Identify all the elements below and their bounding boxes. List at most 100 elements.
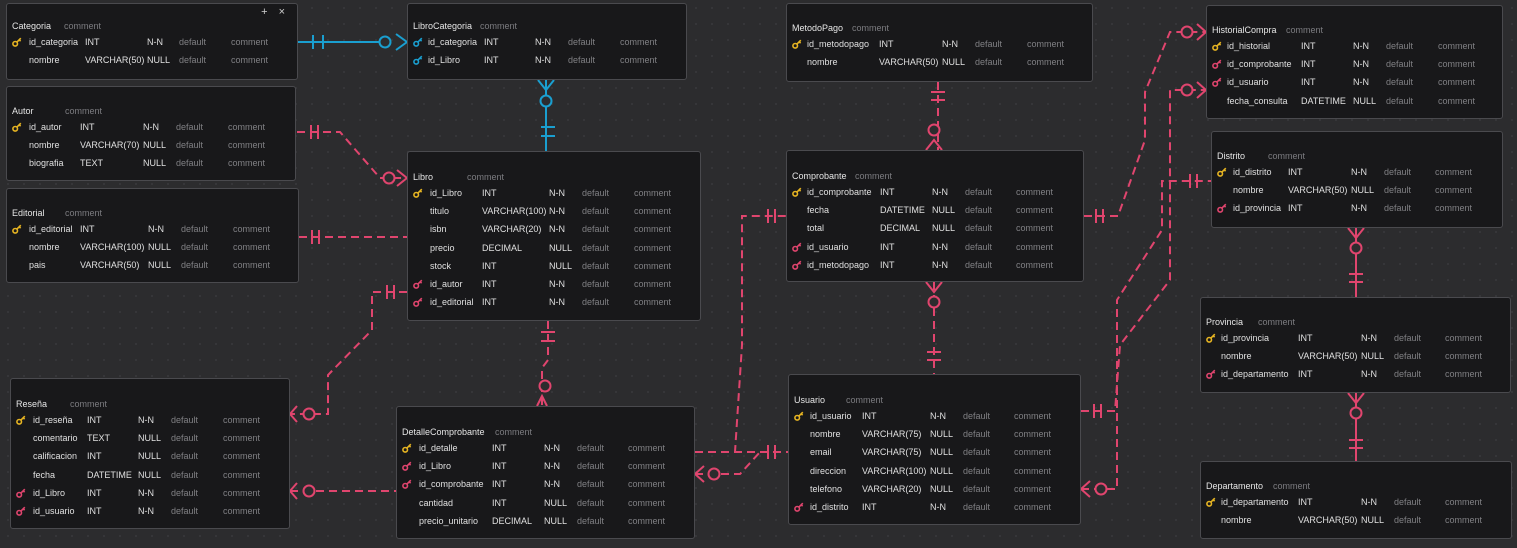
field-name[interactable]: id_historial <box>1227 41 1270 51</box>
field-nullability[interactable]: NULL <box>1361 351 1384 361</box>
field-comment[interactable]: comment <box>1027 57 1064 67</box>
field-comment[interactable]: comment <box>1445 369 1482 379</box>
field-nullability[interactable]: N-N <box>942 39 958 49</box>
field-nullability[interactable]: NULL <box>942 57 965 67</box>
field-default[interactable]: default <box>171 433 198 443</box>
field-default[interactable]: default <box>582 188 609 198</box>
field-nullability[interactable]: N-N <box>549 279 565 289</box>
field-row[interactable]: id_reseña INT N-N default comment <box>11 412 289 430</box>
field-name[interactable]: id_Libro <box>33 488 65 498</box>
field-row[interactable]: email VARCHAR(75) NULL default comment <box>789 444 1080 462</box>
field-name[interactable]: nombre <box>1221 351 1252 361</box>
table-header[interactable]: Libro comment <box>408 152 700 185</box>
field-type[interactable]: TEXT <box>87 433 110 443</box>
field-type[interactable]: INT <box>1301 41 1316 51</box>
table-comment[interactable]: comment <box>1286 25 1323 35</box>
field-row[interactable]: precio_unitario DECIMAL NULL default comment <box>397 513 694 531</box>
field-type[interactable]: INT <box>1298 333 1313 343</box>
field-default[interactable]: default <box>1394 497 1421 507</box>
field-default[interactable]: default <box>577 461 604 471</box>
field-nullability[interactable]: N-N <box>549 188 565 198</box>
field-default[interactable]: default <box>963 429 990 439</box>
field-type[interactable]: INT <box>492 461 507 471</box>
table-header[interactable]: Provincia comment <box>1201 298 1510 330</box>
field-name[interactable]: calificacion <box>33 451 77 461</box>
field-nullability[interactable]: N-N <box>930 502 946 512</box>
field-default[interactable]: default <box>963 502 990 512</box>
field-nullability[interactable]: N-N <box>143 122 159 132</box>
field-name[interactable]: id_usuario <box>1227 77 1269 87</box>
field-type[interactable]: INT <box>85 37 100 47</box>
field-default[interactable]: default <box>582 279 609 289</box>
field-comment[interactable]: comment <box>634 243 671 253</box>
field-comment[interactable]: comment <box>634 188 671 198</box>
field-name[interactable]: nombre <box>29 140 60 150</box>
field-default[interactable]: default <box>582 224 609 234</box>
field-comment[interactable]: comment <box>223 433 260 443</box>
field-row[interactable]: nombre VARCHAR(100) NULL default comment <box>7 239 298 257</box>
field-comment[interactable]: comment <box>1027 39 1064 49</box>
field-default[interactable]: default <box>171 451 198 461</box>
table-header[interactable]: HistorialCompra comment <box>1207 6 1502 38</box>
field-comment[interactable]: comment <box>1445 351 1482 361</box>
field-comment[interactable]: comment <box>634 279 671 289</box>
field-row[interactable]: id_categoria INT N-N default comment <box>7 34 297 52</box>
field-type[interactable]: INT <box>484 37 499 47</box>
field-comment[interactable]: comment <box>1445 497 1482 507</box>
field-name[interactable]: comentario <box>33 433 78 443</box>
field-comment[interactable]: comment <box>228 158 265 168</box>
field-name[interactable]: id_comprobante <box>1227 59 1292 69</box>
table-comment[interactable]: comment <box>846 395 883 405</box>
field-comment[interactable]: comment <box>1438 77 1475 87</box>
field-type[interactable]: VARCHAR(100) <box>482 206 546 216</box>
field-default[interactable]: default <box>171 506 198 516</box>
field-default[interactable]: default <box>965 242 992 252</box>
field-type[interactable]: VARCHAR(50) <box>85 55 144 65</box>
field-type[interactable]: VARCHAR(50) <box>1298 515 1357 525</box>
field-row[interactable]: nombre VARCHAR(70) NULL default comment <box>7 137 295 155</box>
field-default[interactable]: default <box>171 415 198 425</box>
field-type[interactable]: INT <box>880 187 895 197</box>
field-default[interactable]: default <box>1386 77 1413 87</box>
field-name[interactable]: titulo <box>430 206 449 216</box>
field-nullability[interactable]: N-N <box>147 37 163 47</box>
field-type[interactable]: VARCHAR(50) <box>879 57 938 67</box>
field-nullability[interactable]: N-N <box>932 242 948 252</box>
field-type[interactable]: INT <box>862 502 877 512</box>
field-type[interactable]: INT <box>87 488 102 498</box>
field-row[interactable]: id_Libro INT N-N default comment <box>408 185 700 203</box>
table-autor[interactable]: Autor comment id_autor INT N-N default comment… <box>6 86 296 181</box>
field-row[interactable]: fecha DATETIME NULL default comment <box>11 467 289 485</box>
field-default[interactable]: default <box>176 140 203 150</box>
field-type[interactable]: INT <box>87 506 102 516</box>
field-comment[interactable]: comment <box>228 122 265 132</box>
field-nullability[interactable]: NULL <box>930 447 953 457</box>
table-comment[interactable]: comment <box>1273 481 1310 491</box>
field-row[interactable]: precio DECIMAL NULL default comment <box>408 240 700 258</box>
table-resena[interactable]: Reseña comment id_reseña INT N-N default comme… <box>10 378 290 529</box>
field-nullability[interactable]: NULL <box>544 498 567 508</box>
field-default[interactable]: default <box>176 158 203 168</box>
field-row[interactable]: nombre VARCHAR(75) NULL default comment <box>789 426 1080 444</box>
field-type[interactable]: INT <box>492 479 507 489</box>
table-comment[interactable]: comment <box>65 106 102 116</box>
field-row[interactable]: cantidad INT NULL default comment <box>397 495 694 513</box>
field-nullability[interactable]: N-N <box>544 461 560 471</box>
field-row[interactable]: id_metodopago INT N-N default comment <box>787 36 1092 54</box>
field-row[interactable]: id_departamento INT N-N default comment <box>1201 366 1510 384</box>
field-comment[interactable]: comment <box>1435 167 1472 177</box>
field-type[interactable]: VARCHAR(70) <box>80 140 139 150</box>
field-name[interactable]: id_distrito <box>1233 167 1272 177</box>
field-comment[interactable]: comment <box>1014 411 1051 421</box>
field-comment[interactable]: comment <box>1014 429 1051 439</box>
field-name[interactable]: nombre <box>810 429 841 439</box>
table-departamento[interactable]: Departamento comment id_departamento INT N-N… <box>1200 461 1512 539</box>
field-comment[interactable]: comment <box>223 451 260 461</box>
table-header[interactable]: Editorial comment <box>7 189 298 221</box>
field-comment[interactable]: comment <box>1016 187 1053 197</box>
field-name[interactable]: id_editorial <box>430 297 474 307</box>
field-nullability[interactable]: NULL <box>932 205 955 215</box>
table-editorial[interactable]: Editorial comment id_editorial INT N-N defaul… <box>6 188 299 283</box>
table-libro[interactable]: Libro comment id_Libro INT N-N default comment… <box>407 151 701 321</box>
field-name[interactable]: isbn <box>430 224 447 234</box>
